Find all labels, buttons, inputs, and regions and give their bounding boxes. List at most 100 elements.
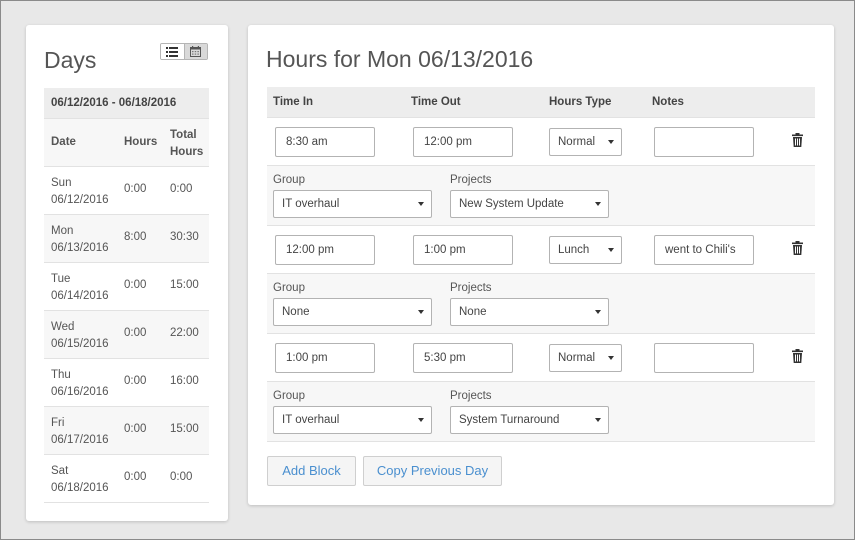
project-select[interactable]: System Turnaround [450,406,609,434]
col-notes: Notes [652,96,684,108]
days-table-bottom-border [44,502,209,503]
day-row-tue[interactable]: Tue 06/14/2016 0:00 15:00 [44,262,209,310]
day-total: 16:00 [170,375,199,387]
trash-icon[interactable] [792,241,803,255]
day-row-sat[interactable]: Sat 06/18/2016 0:00 0:00 [44,454,209,502]
notes-input[interactable] [654,343,754,373]
day-total: 15:00 [170,279,199,291]
time-out-input[interactable]: 5:30 pm [413,343,513,373]
projects-label: Projects [450,282,492,294]
day-hours: 0:00 [124,375,147,387]
group-value: None [282,306,310,318]
day-of-week: Tue [51,273,71,285]
day-hours: 8:00 [124,231,147,243]
day-row-wed[interactable]: Wed 06/15/2016 0:00 22:00 [44,310,209,358]
notes-input[interactable]: went to Chili's [654,235,754,265]
hours-type-select[interactable]: Normal [549,344,622,372]
chevron-down-icon [608,140,614,144]
day-date: Thu 06/16/2016 [51,367,109,401]
days-table-header: Date Hours Total Hours [44,118,209,166]
day-of-week: Sat [51,465,69,477]
hours-title: Hours for Mon 06/13/2016 [266,46,534,72]
chevron-down-icon [418,418,424,422]
calendar-view-toggle[interactable] [183,44,207,59]
trash-icon[interactable] [792,133,803,147]
day-total: 0:00 [170,183,193,195]
time-out-input[interactable]: 12:00 pm [413,127,513,157]
col-hours-type: Hours Type [549,96,612,108]
day-of-week: Fri [51,417,65,429]
col-time-out: Time Out [411,96,461,108]
chevron-down-icon [418,310,424,314]
day-date-value: 06/13/2016 [51,242,109,254]
day-date: Tue 06/14/2016 [51,271,109,305]
day-row-sun[interactable]: Sun 06/12/2016 0:00 0:00 [44,166,209,214]
group-select[interactable]: IT overhaul [273,190,432,218]
chevron-down-icon [595,418,601,422]
group-value: IT overhaul [282,198,340,210]
time-in-input[interactable]: 12:00 pm [275,235,375,265]
day-row-thu[interactable]: Thu 06/16/2016 0:00 16:00 [44,358,209,406]
day-hours: 0:00 [124,423,147,435]
day-date-value: 06/14/2016 [51,290,109,302]
hours-type-select[interactable]: Normal [549,128,622,156]
view-toggle [160,43,208,60]
day-date-value: 06/12/2016 [51,194,109,206]
project-select[interactable]: New System Update [450,190,609,218]
week-range: 06/12/2016 - 06/18/2016 [44,88,209,118]
app-frame: Days 06/12/2016 - 06/18/2016 Date Hours … [0,0,855,540]
day-hours: 0:00 [124,471,147,483]
day-date: Mon 06/13/2016 [51,223,109,257]
day-date: Wed 06/15/2016 [51,319,109,353]
day-hours: 0:00 [124,279,147,291]
chevron-down-icon [595,310,601,314]
project-select[interactable]: None [450,298,609,326]
chevron-down-icon [608,356,614,360]
hours-type-value: Lunch [558,244,590,256]
list-view-toggle[interactable] [161,44,184,59]
projects-label: Projects [450,174,492,186]
list-icon [166,46,179,57]
day-total: 15:00 [170,423,199,435]
col-time-in: Time In [273,96,314,108]
day-row-fri[interactable]: Fri 06/17/2016 0:00 15:00 [44,406,209,454]
group-project-row: Group Projects IT overhaul New System Up… [267,165,815,225]
col-total-line2: Hours [170,146,204,158]
notes-input[interactable] [654,127,754,157]
days-title: Days [44,47,97,73]
project-value: New System Update [459,198,564,210]
col-total-hours: Total Hours [170,127,203,161]
group-project-row: Group Projects IT overhaul System Turnar… [267,381,815,441]
time-out-input[interactable]: 1:00 pm [413,235,513,265]
group-select[interactable]: None [273,298,432,326]
hours-panel: Hours for Mon 06/13/2016 Time In Time Ou… [248,25,834,505]
time-in-input[interactable]: 1:00 pm [275,343,375,373]
day-total: 30:30 [170,231,199,243]
table-bottom-border [267,441,815,442]
col-date: Date [51,136,76,148]
group-select[interactable]: IT overhaul [273,406,432,434]
hours-type-select[interactable]: Lunch [549,236,622,264]
project-value: System Turnaround [459,414,560,426]
day-date: Fri 06/17/2016 [51,415,109,449]
add-block-button[interactable]: Add Block [267,456,356,486]
group-project-row: Group Projects None None [267,273,815,333]
time-in-input[interactable]: 8:30 am [275,127,375,157]
chevron-down-icon [418,202,424,206]
group-label: Group [273,390,305,402]
day-of-week: Thu [51,369,71,381]
day-date-value: 06/15/2016 [51,338,109,350]
day-date: Sat 06/18/2016 [51,463,109,497]
col-total-line1: Total [170,129,197,141]
day-date-value: 06/16/2016 [51,386,109,398]
day-row-mon[interactable]: Mon 06/13/2016 8:00 30:30 [44,214,209,262]
project-value: None [459,306,487,318]
time-block-row: 12:00 pm 1:00 pm Lunch went to Chili's [267,225,815,273]
copy-previous-day-button[interactable]: Copy Previous Day [363,456,502,486]
day-of-week: Mon [51,225,74,237]
day-total: 22:00 [170,327,199,339]
trash-icon[interactable] [792,349,803,363]
day-of-week: Wed [51,321,75,333]
day-date-value: 06/17/2016 [51,434,109,446]
group-label: Group [273,282,305,294]
